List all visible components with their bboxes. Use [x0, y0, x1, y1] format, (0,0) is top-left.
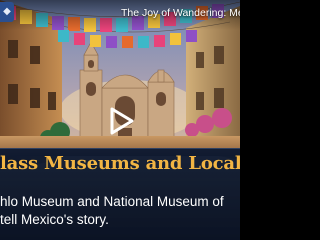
- channel-logo-icon[interactable]: ◆: [0, 2, 14, 22]
- caption-heading: lass Museums and Local: [0, 153, 240, 174]
- caption-body-line-1: hlo Museum and National Museum of: [0, 194, 224, 209]
- video-title[interactable]: The Joy of Wandering: Mexico's Enc: [121, 5, 240, 21]
- caption-body: hlo Museum and National Museum of tell M…: [0, 193, 240, 233]
- caption-body-line-2: tell Mexico's story.: [0, 212, 109, 227]
- video-player[interactable]: ◆ The Joy of Wandering: Mexico's Enc las…: [0, 0, 240, 240]
- play-icon: [110, 107, 134, 135]
- caption-panel: lass Museums and Local hlo Museum and Na…: [0, 148, 240, 240]
- play-button[interactable]: [106, 106, 136, 136]
